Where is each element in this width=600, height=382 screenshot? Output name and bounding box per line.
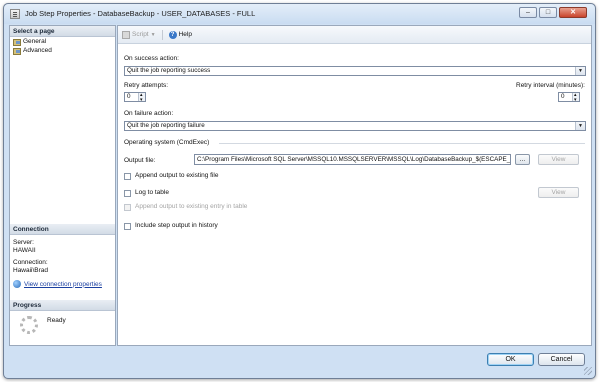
log-to-table-checkbox[interactable] — [124, 190, 131, 197]
page-icon — [13, 47, 21, 55]
view-table-button[interactable]: View — [538, 187, 579, 198]
view-connection-properties-label: View connection properties — [24, 280, 102, 288]
chevron-down-icon: ▼ — [575, 122, 585, 130]
toolbar-separator — [161, 29, 163, 40]
ok-button[interactable]: OK — [487, 353, 534, 366]
stepper-arrows-icon[interactable] — [572, 91, 579, 104]
help-label: Help — [178, 31, 192, 38]
append-output-checkbox[interactable] — [124, 173, 131, 180]
append-table-label: Append output to existing entry in table — [135, 203, 248, 210]
job-step-properties-window: Job Step Properties - DatabaseBackup - U… — [3, 3, 596, 379]
progress-status: Ready — [47, 317, 66, 324]
include-history-checkbox[interactable] — [124, 223, 131, 230]
retry-interval-stepper[interactable]: 0 — [558, 91, 580, 104]
output-file-label: Output file: — [124, 157, 156, 164]
window-title: Job Step Properties - DatabaseBackup - U… — [25, 9, 256, 18]
connection-value: Hawaii\Brad — [13, 267, 49, 274]
server-label: Server: — [13, 239, 34, 246]
view-output-file-button[interactable]: View — [538, 154, 579, 165]
os-group-label: Operating system (CmdExec) — [124, 139, 210, 146]
append-table-checkbox[interactable] — [124, 204, 131, 211]
connection-header: Connection — [10, 224, 115, 235]
retry-interval-label: Retry interval (minutes): — [516, 82, 585, 89]
resize-grip-icon[interactable] — [584, 367, 592, 375]
page-item-label: General — [23, 38, 47, 45]
script-icon — [122, 30, 130, 39]
minimize-button[interactable]: – — [519, 7, 537, 18]
progress-section: Progress Ready — [10, 300, 115, 334]
minimize-icon: – — [526, 9, 530, 16]
help-icon: ? — [168, 30, 177, 39]
on-failure-dropdown[interactable]: Quit the job reporting failure ▼ — [124, 121, 586, 131]
progress-header: Progress — [10, 300, 115, 311]
script-button[interactable]: Script ▼ — [122, 30, 156, 39]
close-icon: ✕ — [570, 9, 576, 16]
chevron-down-icon: ▼ — [150, 31, 156, 38]
select-page-header: Select a page — [10, 26, 115, 37]
maximize-button[interactable]: □ — [539, 7, 557, 18]
browse-button[interactable]: ... — [515, 154, 530, 165]
retry-interval-value: 0 — [561, 93, 565, 100]
window-controls: – □ ✕ — [519, 7, 587, 18]
server-value: HAWAII — [13, 247, 36, 254]
on-failure-value: Quit the job reporting failure — [127, 122, 205, 129]
toolbar: Script ▼ ? Help — [118, 26, 591, 44]
retry-attempts-stepper[interactable]: 0 — [124, 91, 146, 104]
group-divider — [219, 143, 585, 144]
main-pane: Script ▼ ? Help On success action: Quit … — [117, 25, 592, 346]
page-icon — [13, 38, 21, 46]
output-file-value: C:\Program Files\Microsoft SQL Server\MS… — [197, 156, 511, 163]
help-button[interactable]: ? Help — [168, 30, 192, 39]
chevron-down-icon: ▼ — [575, 67, 585, 75]
close-button[interactable]: ✕ — [559, 7, 587, 18]
on-failure-label: On failure action: — [124, 110, 174, 117]
log-to-table-label: Log to table — [135, 189, 169, 196]
page-item-label: Advanced — [23, 47, 52, 54]
maximize-icon: □ — [545, 9, 551, 16]
left-pane: Select a page General Advanced Connectio… — [9, 25, 116, 346]
on-success-dropdown[interactable]: Quit the job reporting success ▼ — [124, 66, 586, 76]
connection-section: Connection Server: HAWAII Connection: Ha… — [10, 224, 115, 288]
progress-spinner-icon — [20, 316, 38, 334]
on-success-label: On success action: — [124, 55, 179, 62]
connection-label: Connection: — [13, 259, 48, 266]
page-item-advanced[interactable]: Advanced — [10, 46, 115, 55]
retry-attempts-value: 0 — [127, 93, 131, 100]
title-bar[interactable]: Job Step Properties - DatabaseBackup - U… — [4, 4, 595, 24]
view-connection-properties-link[interactable]: View connection properties — [10, 280, 115, 288]
stepper-arrows-icon[interactable] — [138, 91, 145, 104]
output-file-input[interactable]: C:\Program Files\Microsoft SQL Server\MS… — [194, 154, 511, 165]
include-history-label: Include step output in history — [135, 222, 218, 229]
connection-properties-icon — [13, 280, 21, 288]
append-output-label: Append output to existing file — [135, 172, 219, 179]
page-item-general[interactable]: General — [10, 37, 115, 46]
on-success-value: Quit the job reporting success — [127, 67, 211, 74]
script-label: Script — [132, 31, 149, 38]
window-icon — [10, 9, 20, 19]
cancel-button[interactable]: Cancel — [538, 353, 585, 366]
retry-attempts-label: Retry attempts: — [124, 82, 169, 89]
